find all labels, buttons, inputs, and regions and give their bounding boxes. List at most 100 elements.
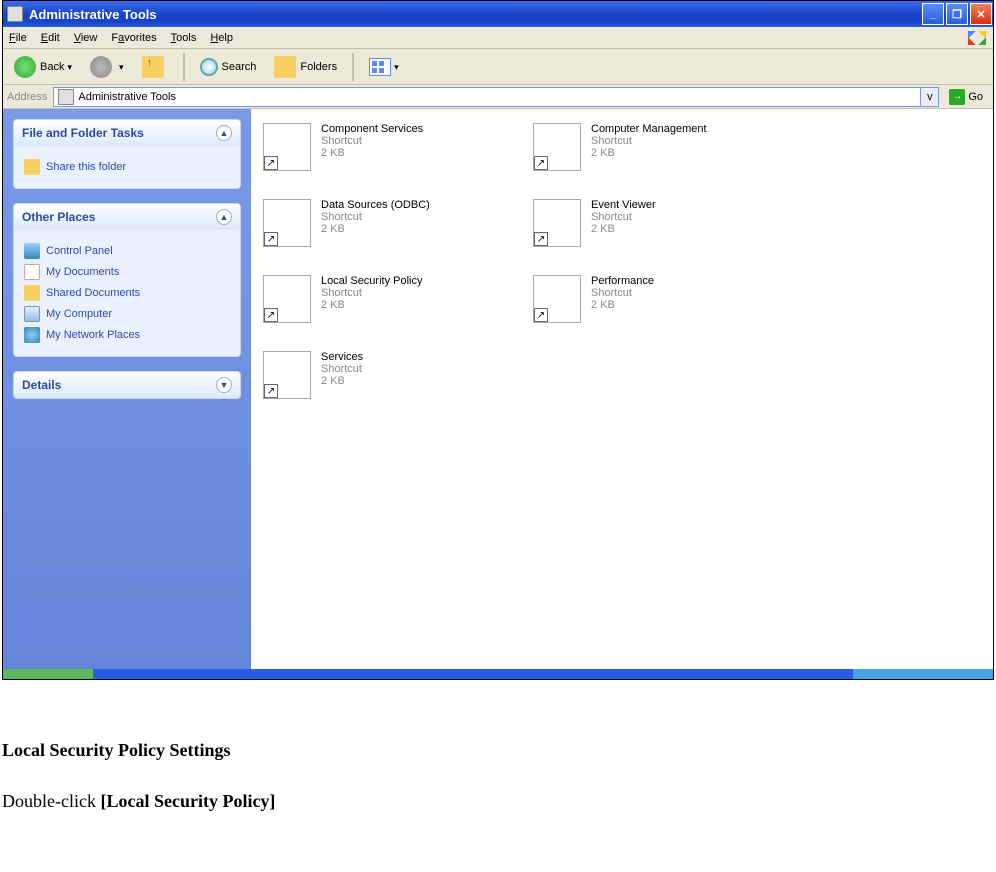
back-button[interactable]: Back	[7, 52, 79, 82]
back-dropdown[interactable]	[64, 61, 72, 73]
window-title: Administrative Tools	[29, 7, 921, 22]
windows-logo-icon	[965, 28, 989, 48]
component-services-icon: ↗	[263, 123, 311, 171]
item-local-security-policy[interactable]: ↗ Local Security Policy Shortcut 2 KB	[261, 271, 531, 347]
toolbar-separator	[352, 53, 354, 81]
document-body: Local Security Policy Settings Double-cl…	[0, 680, 996, 832]
menu-view[interactable]: View	[74, 32, 98, 44]
link-shared-documents[interactable]: Shared Documents	[24, 285, 230, 301]
menu-edit[interactable]: Edit	[41, 32, 60, 44]
maximize-button[interactable]: ❐	[946, 3, 968, 25]
item-size: 2 KB	[321, 223, 430, 235]
panel-other-places: Other Places ▲ Control Panel My Document…	[13, 203, 241, 357]
back-label: Back	[40, 61, 64, 73]
performance-icon: ↗	[533, 275, 581, 323]
item-type: Shortcut	[591, 211, 656, 223]
content-area: ↗ Component Services Shortcut 2 KB ↗ Com…	[251, 109, 993, 669]
forward-button[interactable]	[83, 52, 131, 82]
link-my-network-places[interactable]: My Network Places	[24, 327, 230, 343]
item-type: Shortcut	[591, 135, 707, 147]
taskbar	[3, 669, 993, 679]
go-icon: →	[949, 89, 965, 105]
panel-file-tasks: File and Folder Tasks ▲ Share this folde…	[13, 119, 241, 189]
link-label: Control Panel	[46, 245, 113, 257]
address-label: Address	[7, 91, 47, 103]
doc-line-prefix: Double-click	[2, 791, 100, 811]
collapse-icon[interactable]: ▲	[216, 209, 232, 225]
item-computer-management[interactable]: ↗ Computer Management Shortcut 2 KB	[531, 119, 801, 195]
item-name: Data Sources (ODBC)	[321, 199, 430, 211]
toolbar: Back Search Folders	[3, 49, 993, 85]
link-control-panel[interactable]: Control Panel	[24, 243, 230, 259]
item-size: 2 KB	[591, 147, 707, 159]
collapse-icon[interactable]: ▲	[216, 125, 232, 141]
menubar: File Edit View Favorites Tools Help	[3, 27, 993, 49]
address-dropdown[interactable]: v	[921, 87, 939, 107]
menu-file[interactable]: File	[9, 32, 27, 44]
link-share-folder[interactable]: Share this folder	[24, 159, 230, 175]
link-my-computer[interactable]: My Computer	[24, 306, 230, 322]
panel-title: Other Places	[22, 210, 95, 224]
titlebar: Administrative Tools _ ❐ ✕	[3, 1, 993, 27]
my-computer-icon	[24, 306, 40, 322]
item-data-sources-odbc[interactable]: ↗ Data Sources (ODBC) Shortcut 2 KB	[261, 195, 531, 271]
item-event-viewer[interactable]: ↗ Event Viewer Shortcut 2 KB	[531, 195, 801, 271]
panel-head-details[interactable]: Details ▼	[14, 372, 240, 398]
item-type: Shortcut	[321, 135, 423, 147]
network-places-icon	[24, 327, 40, 343]
link-label: My Network Places	[46, 329, 140, 341]
computer-management-icon: ↗	[533, 123, 581, 171]
item-type: Shortcut	[321, 287, 423, 299]
item-size: 2 KB	[591, 223, 656, 235]
item-services[interactable]: ↗ Services Shortcut 2 KB	[261, 347, 531, 423]
up-button[interactable]	[135, 52, 175, 82]
close-button[interactable]: ✕	[970, 3, 992, 25]
system-tray[interactable]	[853, 669, 993, 679]
folders-label: Folders	[300, 61, 337, 73]
item-size: 2 KB	[321, 299, 423, 311]
menu-help[interactable]: Help	[210, 32, 233, 44]
control-panel-icon	[24, 243, 40, 259]
item-name: Computer Management	[591, 123, 707, 135]
shared-documents-icon	[24, 285, 40, 301]
views-dropdown[interactable]	[391, 61, 399, 73]
forward-dropdown[interactable]	[116, 61, 124, 73]
start-button-area[interactable]	[3, 669, 93, 679]
services-icon: ↗	[263, 351, 311, 399]
item-performance[interactable]: ↗ Performance Shortcut 2 KB	[531, 271, 801, 347]
panel-title: Details	[22, 378, 61, 392]
menu-favorites[interactable]: Favorites	[111, 32, 156, 44]
explorer-window: Administrative Tools _ ❐ ✕ File Edit Vie…	[2, 0, 994, 680]
link-label: Shared Documents	[46, 287, 140, 299]
views-icon	[369, 58, 391, 76]
doc-heading: Local Security Policy Settings	[2, 740, 994, 761]
taskbar-middle	[93, 669, 853, 679]
doc-instruction: Double-click [Local Security Policy]	[2, 791, 994, 812]
my-documents-icon	[24, 264, 40, 280]
share-folder-icon	[24, 159, 40, 175]
forward-icon	[90, 56, 112, 78]
views-button[interactable]	[362, 52, 406, 82]
item-type: Shortcut	[321, 211, 430, 223]
search-icon	[200, 58, 218, 76]
item-name: Performance	[591, 275, 654, 287]
link-my-documents[interactable]: My Documents	[24, 264, 230, 280]
local-security-policy-icon: ↗	[263, 275, 311, 323]
minimize-button[interactable]: _	[922, 3, 944, 25]
panel-head-file-tasks[interactable]: File and Folder Tasks ▲	[14, 120, 240, 146]
go-button[interactable]: → Go	[943, 87, 989, 107]
folders-button[interactable]: Folders	[267, 52, 344, 82]
expand-icon[interactable]: ▼	[216, 377, 232, 393]
panel-head-other-places[interactable]: Other Places ▲	[14, 204, 240, 230]
link-label: My Computer	[46, 308, 112, 320]
menu-tools[interactable]: Tools	[171, 32, 197, 44]
item-size: 2 KB	[321, 147, 423, 159]
item-name: Component Services	[321, 123, 423, 135]
address-field[interactable]: Administrative Tools	[53, 87, 921, 107]
item-name: Services	[321, 351, 363, 363]
search-button[interactable]: Search	[193, 52, 264, 82]
panel-title: File and Folder Tasks	[22, 126, 144, 140]
go-label: Go	[968, 91, 983, 103]
panel-details: Details ▼	[13, 371, 241, 399]
item-component-services[interactable]: ↗ Component Services Shortcut 2 KB	[261, 119, 531, 195]
